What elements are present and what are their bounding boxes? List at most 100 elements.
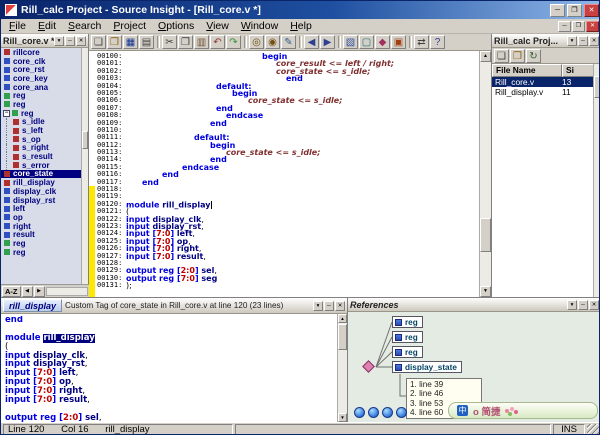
ime-toolbar[interactable]: 中 o 简捷 [448,402,598,419]
mdi-restore-button[interactable]: ❐ [572,21,585,32]
menu-file[interactable]: File [3,20,32,32]
panel-menu-icon[interactable]: ▾ [567,36,577,46]
close-button[interactable]: ✕ [584,4,599,17]
horizontal-scrollbar[interactable] [46,287,89,296]
reference-node-reg[interactable]: reg [392,331,423,343]
symbol-item-s_left[interactable]: s_left [1,126,81,135]
relation-window-icon[interactable]: ◆ [375,35,390,49]
cut-icon[interactable]: ✂ [162,35,177,49]
ime-tool-icon[interactable] [382,407,393,418]
undo-icon[interactable]: ↶ [210,35,225,49]
editor-line[interactable]: 00117:end [89,179,479,186]
editor-line[interactable]: 00118: [89,186,479,193]
symbol-item-core_clk[interactable]: core_clk [1,57,81,66]
ime-tool-icon[interactable] [396,407,407,418]
panel-minimize-icon[interactable]: ─ [324,301,334,311]
context-line[interactable]: module rill_display [5,334,337,343]
symbol-item-s_result[interactable]: s_result [1,152,81,161]
menu-window[interactable]: Window [235,20,284,32]
paste-icon[interactable]: ▥ [194,35,209,49]
symbol-item-reg[interactable]: reg [1,248,81,257]
menu-view[interactable]: View [200,20,235,32]
symbol-item-reg[interactable]: reg [1,239,81,248]
scroll-right-icon[interactable]: ▶ [34,286,45,297]
symbol-item-s_right[interactable]: s_right [1,144,81,153]
symbol-window-icon[interactable]: ▧ [343,35,358,49]
editor-line[interactable]: 00115:endcase [89,164,479,171]
new-file-icon[interactable]: ❏ [91,35,106,49]
scroll-up-icon[interactable]: ▲ [480,51,491,62]
scrollbar-thumb[interactable] [480,218,491,252]
editor-line[interactable]: 00104:default: [89,83,479,90]
panel-minimize-icon[interactable]: ─ [65,36,75,46]
column-header-file-name[interactable]: File Name [492,64,562,77]
symbol-item-s_error[interactable]: s_error [1,161,81,170]
symbol-item-reg[interactable]: −reg [1,109,81,118]
editor-line[interactable]: 00103:end [89,75,479,82]
panel-close-icon[interactable]: ✕ [589,36,599,46]
file-list-scrollbar[interactable] [593,64,600,297]
panel-menu-icon[interactable]: ▾ [54,36,64,46]
symbol-item-core_state[interactable]: core_state [1,170,81,179]
file-row[interactable]: Rill_display.v11 [492,87,593,97]
context-code-preview[interactable]: endmodule rill_display(input display_clk… [1,316,337,422]
scroll-down-icon[interactable]: ▼ [480,286,491,297]
context-line[interactable]: output reg [2:0] sel, [5,414,337,422]
symbol-item-op[interactable]: op [1,213,81,222]
scroll-down-icon[interactable]: ▼ [338,413,347,422]
file-compare-icon[interactable]: ⇄ [414,35,429,49]
ime-tool-icon[interactable] [354,407,365,418]
panel-close-icon[interactable]: ✕ [76,36,86,46]
symbol-item-s_op[interactable]: s_op [1,135,81,144]
editor-line[interactable]: 00113:core_state <= s_idle; [89,149,479,156]
panel-minimize-icon[interactable]: ─ [578,300,588,310]
occurrence-line[interactable]: 1. line 39 [410,380,478,389]
panel-close-icon[interactable]: ✕ [589,300,599,310]
symbol-item-s_idle[interactable]: s_idle [1,118,81,127]
editor-line[interactable]: 00127:input [7:0] result, [89,253,479,260]
symbol-item-rill_display[interactable]: rill_display [1,178,81,187]
editor-line[interactable]: 00102:core_state <= s_idle; [89,68,479,75]
scrollbar-thumb[interactable] [594,76,600,98]
ime-mode-icon[interactable]: 中 [457,405,468,416]
editor-line[interactable]: 00120:module rill_display [89,201,479,208]
editor-line[interactable]: 00131:); [89,282,479,289]
menu-project[interactable]: Project [107,20,152,32]
resize-grip[interactable] [587,424,599,435]
save-file-icon[interactable]: ▦ [123,35,138,49]
help-icon[interactable]: ? [430,35,445,49]
go-back-icon[interactable]: ◀ [304,35,319,49]
symbol-list-scrollbar[interactable] [81,48,88,284]
symbol-item-core_rst[interactable]: core_rst [1,65,81,74]
symbol-item-reg[interactable]: reg [1,91,81,100]
context-window-icon[interactable]: ▢ [359,35,374,49]
panel-minimize-icon[interactable]: ─ [578,36,588,46]
symbol-item-result[interactable]: result [1,230,81,239]
go-forward-icon[interactable]: ▶ [320,35,335,49]
copy-icon[interactable]: ❐ [178,35,193,49]
mdi-close-button[interactable]: ✕ [586,21,599,32]
search-icon[interactable]: ◎ [249,35,264,49]
symbol-item-core_ana[interactable]: core_ana [1,83,81,92]
ime-tool-icon[interactable] [368,407,379,418]
mdi-minimize-button[interactable]: ─ [558,21,571,32]
sort-alpha-button[interactable]: A-Z [2,286,21,297]
panel-menu-icon[interactable]: ▾ [313,301,323,311]
menu-options[interactable]: Options [152,20,200,32]
menu-edit[interactable]: Edit [32,20,62,32]
new-file-icon[interactable]: ❏ [494,49,509,63]
editor-line[interactable]: 00106:core_state <= s_idle; [89,97,479,104]
context-line[interactable]: end [5,316,337,325]
open-file-icon[interactable]: ❐ [107,35,122,49]
code-editor[interactable]: 00100:begin00101:core_result <= left / r… [89,51,491,297]
context-scrollbar[interactable]: ▲ ▼ [337,314,347,422]
symbol-item-rillcore[interactable]: rillcore [1,48,81,57]
search-files-icon[interactable]: ◉ [265,35,280,49]
replace-icon[interactable]: ✎ [281,35,296,49]
editor-line[interactable]: 00108:endcase [89,112,479,119]
collapse-icon[interactable]: − [3,110,10,117]
reference-node-display_state[interactable]: display_state [392,361,462,373]
menu-help[interactable]: Help [284,20,318,32]
scroll-up-icon[interactable]: ▲ [338,314,347,323]
menu-search[interactable]: Search [62,20,107,32]
